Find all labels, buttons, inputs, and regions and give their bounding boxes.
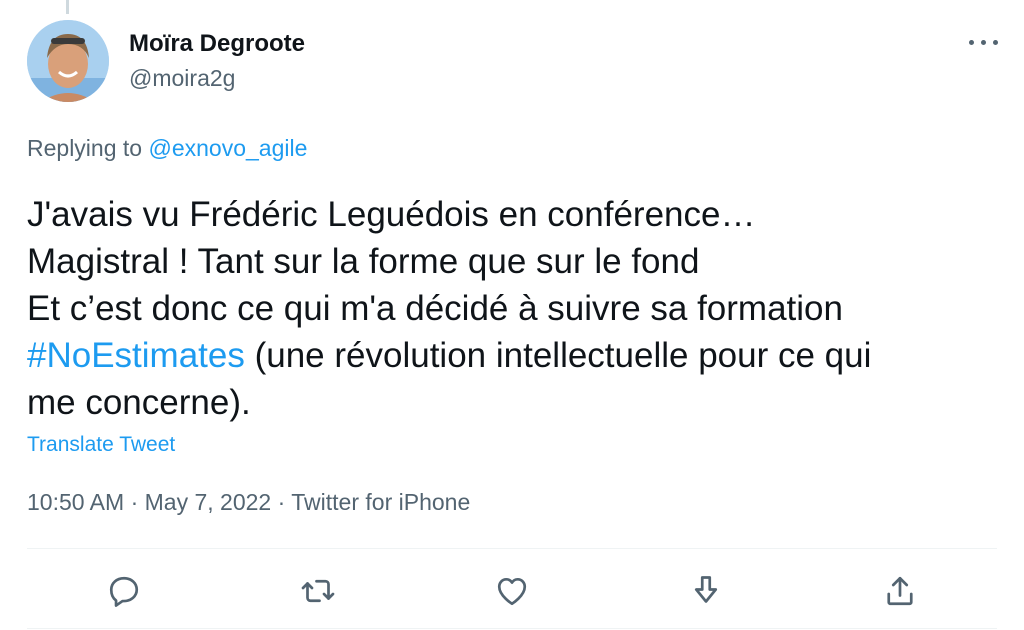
translate-tweet-link[interactable]: Translate Tweet xyxy=(27,433,175,457)
avatar-photo xyxy=(27,20,109,102)
tweet-line-4: #NoEstimates (une révolution intellectue… xyxy=(27,332,1012,379)
reply-icon[interactable] xyxy=(104,571,144,611)
author-name[interactable]: Moïra Degroote xyxy=(129,30,305,58)
tweet-line-2: Magistral ! Tant sur la forme que sur le… xyxy=(27,242,700,281)
meta-separator: · xyxy=(271,489,292,515)
tweet-line-1: J'avais vu Frédéric Leguédois en confére… xyxy=(27,195,756,234)
replying-to-label: Replying to xyxy=(27,135,143,161)
author-handle[interactable]: @moira2g xyxy=(129,65,235,92)
action-bar xyxy=(0,565,1024,617)
tweet-source[interactable]: Twitter for iPhone xyxy=(291,489,470,515)
heart-icon[interactable] xyxy=(492,571,532,611)
more-options-icon[interactable] xyxy=(966,30,1002,54)
tweet-line-5: me concerne). xyxy=(27,383,251,422)
download-icon[interactable] xyxy=(686,571,726,611)
tweet-time[interactable]: 10:50 AM xyxy=(27,489,124,515)
divider-bottom xyxy=(27,628,997,629)
replying-to: Replying to @exnovo_agile xyxy=(27,135,307,162)
divider-top xyxy=(27,548,997,549)
retweet-icon[interactable] xyxy=(298,571,338,611)
tweet-line-4-text: (une révolution intellectuelle pour ce q… xyxy=(244,336,872,375)
tweet-date[interactable]: May 7, 2022 xyxy=(145,489,272,515)
tweet-text: J'avais vu Frédéric Leguédois en confére… xyxy=(27,191,1012,426)
meta-separator: · xyxy=(124,489,145,515)
reply-mention-link[interactable]: @exnovo_agile xyxy=(148,135,307,161)
thread-line xyxy=(66,0,69,14)
share-icon[interactable] xyxy=(880,571,920,611)
tweet-meta: 10:50 AM · May 7, 2022 · Twitter for iPh… xyxy=(27,489,470,516)
avatar[interactable] xyxy=(27,20,109,102)
hashtag-link[interactable]: #NoEstimates xyxy=(27,336,245,375)
tweet-line-3: Et c’est donc ce qui m'a décidé à suivre… xyxy=(27,289,843,328)
